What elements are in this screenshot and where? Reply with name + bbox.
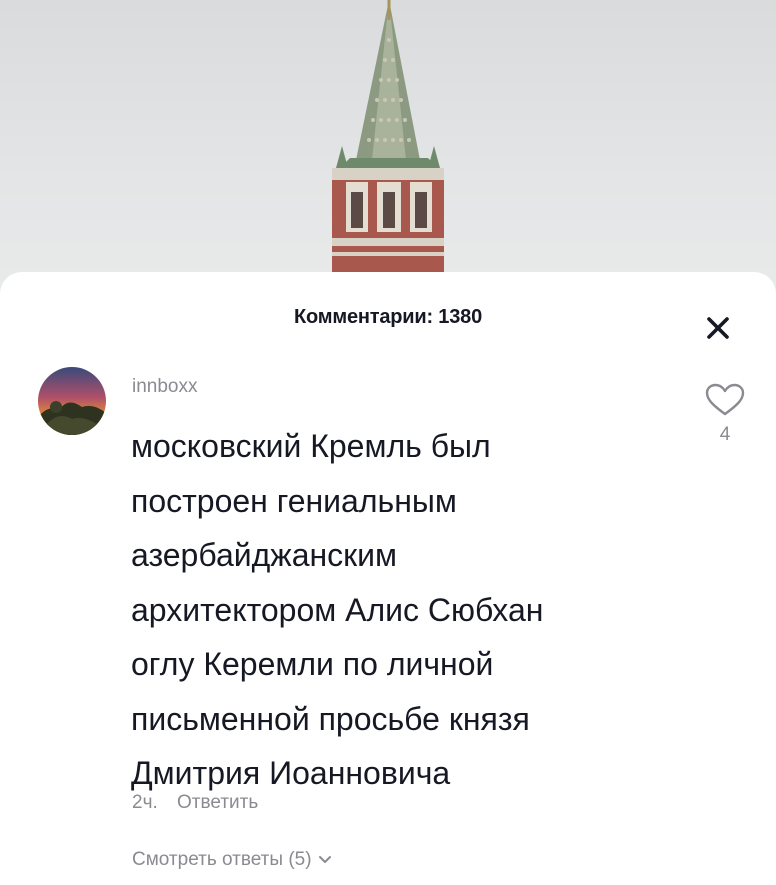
comment-username[interactable]: innboxx xyxy=(132,376,198,398)
comment-line: московский Кремль был xyxy=(131,428,491,464)
avatar-image xyxy=(38,367,106,435)
kremlin-tower-image xyxy=(332,0,444,278)
comment-meta: 2ч. Ответить xyxy=(132,792,258,814)
close-button[interactable] xyxy=(700,310,736,346)
comments-count-title: Комментарии: 1380 xyxy=(294,306,482,328)
comment-line: письменной просьбе князя xyxy=(131,700,530,737)
comment-text: московский Кремль был построен гениальны… xyxy=(131,419,691,801)
view-replies-label: Смотреть ответы (5) xyxy=(132,849,312,870)
comment-line: оглу Керемли по личной xyxy=(131,646,494,682)
comment-line: архитектором Алис Сюбхан xyxy=(131,591,544,628)
heart-outline-icon xyxy=(705,383,745,416)
like-count: 4 xyxy=(719,424,731,445)
view-replies-button[interactable]: Смотреть ответы (5) xyxy=(132,849,332,871)
avatar[interactable] xyxy=(38,367,106,435)
comment-line: построен гениальным xyxy=(131,482,457,519)
background-photo xyxy=(0,0,776,300)
comment-line: азербайджанским xyxy=(131,537,398,573)
like-button[interactable] xyxy=(702,382,748,418)
reply-button[interactable]: Ответить xyxy=(177,792,258,813)
chevron-down-icon xyxy=(318,856,331,863)
comment-time: 2ч. xyxy=(132,792,158,813)
comments-sheet: Комментарии: 1380 innboxx московский Кре… xyxy=(0,272,776,885)
close-icon xyxy=(707,317,729,339)
